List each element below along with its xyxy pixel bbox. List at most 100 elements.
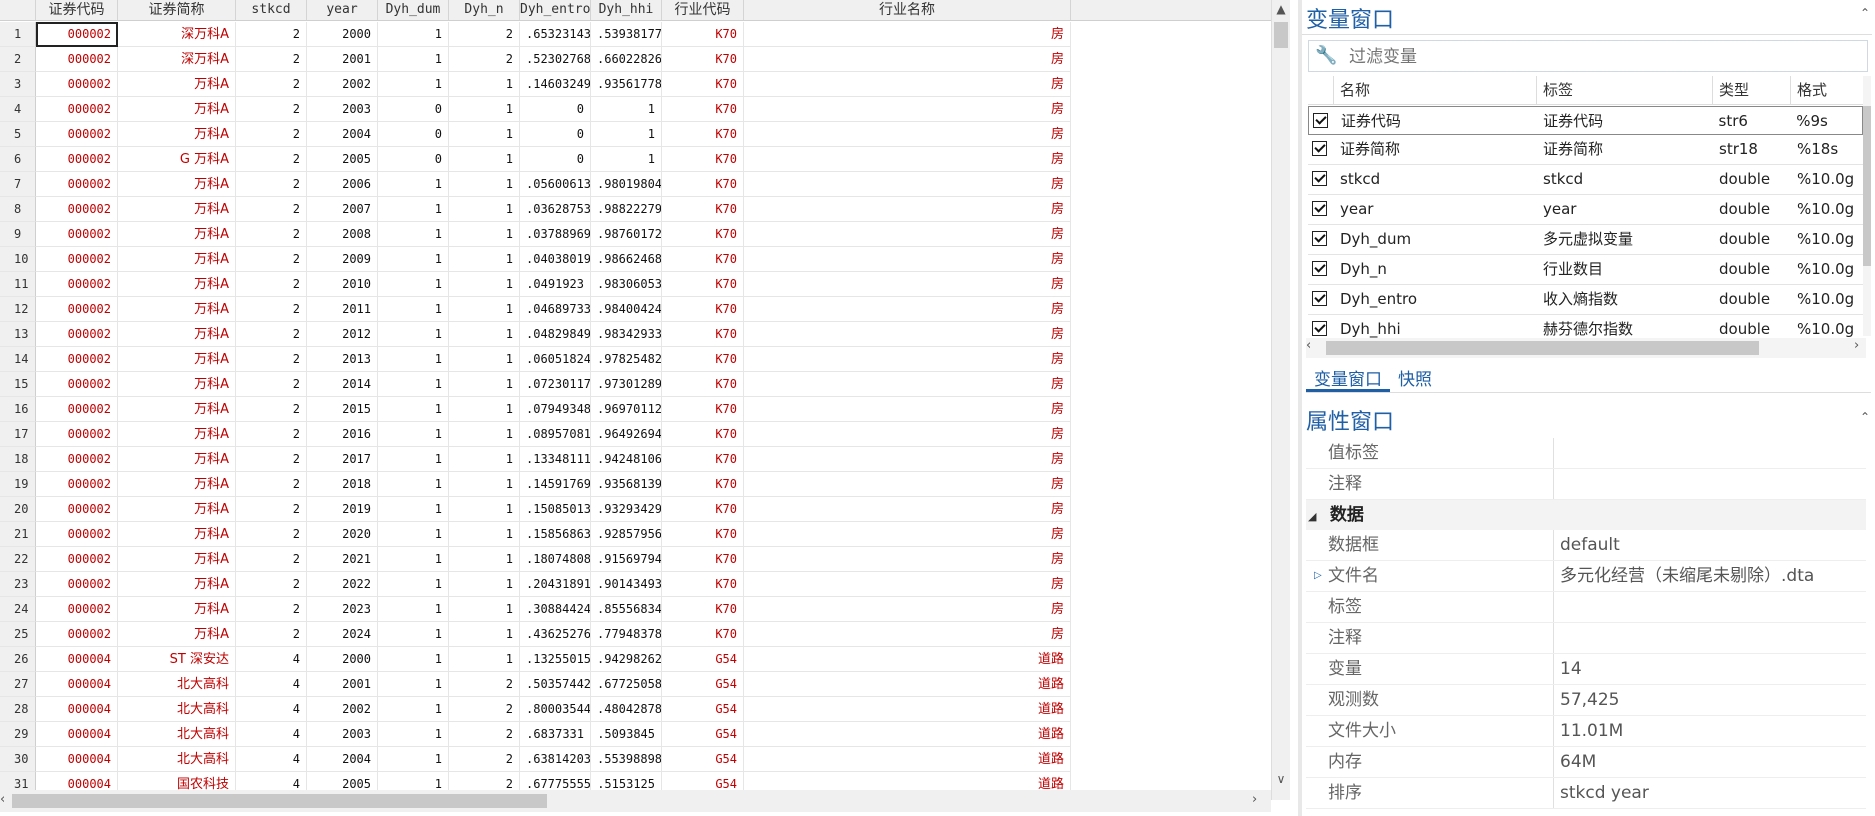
row-number[interactable]: 17 [0,422,36,447]
column-header[interactable]: Dyh_n [449,0,520,20]
table-cell[interactable]: .03628753 [520,197,591,222]
filter-variables-input[interactable] [1347,43,1861,71]
table-cell[interactable]: K70 [662,572,744,597]
checkbox-checked-icon[interactable] [1312,291,1327,306]
table-cell[interactable]: 1 [378,172,449,197]
tab-variables[interactable]: 变量窗口 [1306,362,1390,392]
table-cell[interactable]: K70 [662,347,744,372]
table-cell[interactable]: 1 [449,222,520,247]
scroll-right-arrow-icon[interactable]: › [1854,338,1859,353]
table-cell[interactable]: 2 [449,697,520,722]
row-number[interactable]: 28 [0,697,36,722]
table-cell[interactable]: 1 [449,597,520,622]
table-cell[interactable]: 1 [449,497,520,522]
table-cell[interactable]: .48042878 [591,697,662,722]
table-cell[interactable]: 000002 [36,72,118,97]
table-cell[interactable]: 1 [378,572,449,597]
table-cell[interactable]: 房 [744,147,1071,172]
pin-icon[interactable]: ⌃ [1860,410,1870,424]
table-cell[interactable]: 房 [744,72,1071,97]
table-cell[interactable]: K70 [662,297,744,322]
column-header[interactable]: year [307,0,378,20]
table-cell[interactable]: K70 [662,247,744,272]
row-number[interactable]: 12 [0,297,36,322]
row-number[interactable]: 22 [0,547,36,572]
table-cell[interactable]: .50357442 [520,672,591,697]
table-cell[interactable]: 000002 [36,322,118,347]
property-row[interactable]: 数据框 default [1306,530,1866,561]
table-cell[interactable]: 道路 [744,722,1071,747]
table-cell[interactable]: 万科A [118,222,236,247]
table-cell[interactable]: .52302768 [520,47,591,72]
table-cell[interactable]: .14591769 [520,472,591,497]
table-cell[interactable]: 4 [236,747,307,772]
table-cell[interactable]: 房 [744,372,1071,397]
table-cell[interactable]: 1 [449,547,520,572]
table-cell[interactable]: 2 [236,422,307,447]
table-cell[interactable]: .06051824 [520,347,591,372]
property-row[interactable]: 变量 14 [1306,654,1866,685]
table-cell[interactable]: 1 [449,397,520,422]
table-cell[interactable]: .98306053 [591,272,662,297]
table-cell[interactable]: 1 [591,122,662,147]
table-cell[interactable]: 2012 [307,322,378,347]
table-cell[interactable]: K70 [662,172,744,197]
table-cell[interactable]: K70 [662,472,744,497]
table-cell[interactable]: 万科A [118,522,236,547]
variable-row[interactable]: 证券代码 证券代码 str6 %9s [1308,106,1863,135]
table-cell[interactable]: 2 [236,197,307,222]
row-number[interactable]: 21 [0,522,36,547]
table-cell[interactable]: 万科A [118,172,236,197]
table-cell[interactable]: 1 [378,622,449,647]
table-cell[interactable]: .43625276 [520,622,591,647]
table-cell[interactable]: 4 [236,697,307,722]
section-data[interactable]: ◢ 数据 [1306,500,1866,530]
table-cell[interactable]: 2 [236,172,307,197]
table-cell[interactable]: .98400424 [591,297,662,322]
table-cell[interactable]: 0 [520,147,591,172]
table-cell[interactable]: 000002 [36,447,118,472]
row-number[interactable]: 15 [0,372,36,397]
table-cell[interactable]: 1 [378,647,449,672]
table-cell[interactable]: 000002 [36,372,118,397]
table-cell[interactable]: .92857956 [591,522,662,547]
table-cell[interactable]: 房 [744,497,1071,522]
grid-vertical-scroll-thumb[interactable] [1274,22,1288,48]
property-row[interactable]: 文件大小 11.01M [1306,716,1866,747]
table-cell[interactable]: 1 [378,547,449,572]
table-cell[interactable]: 2 [236,72,307,97]
collapse-triangle-icon[interactable]: ◢ [1308,502,1324,532]
variable-row[interactable]: stkcd stkcd double %10.0g [1308,165,1863,195]
variable-checkbox[interactable] [1308,165,1334,193]
table-cell[interactable]: 1 [378,222,449,247]
checkbox-checked-icon[interactable] [1312,261,1327,276]
table-cell[interactable]: 深万科A [118,47,236,72]
table-cell[interactable]: 1 [449,572,520,597]
table-cell[interactable]: 2 [236,122,307,147]
table-cell[interactable]: .94248106 [591,447,662,472]
table-cell[interactable]: K70 [662,622,744,647]
table-cell[interactable]: 1 [378,672,449,697]
scroll-left-arrow-icon[interactable]: ‹ [1306,338,1311,353]
table-cell[interactable]: 2 [449,672,520,697]
table-cell[interactable]: 2 [236,347,307,372]
grid-vertical-scrollbar[interactable]: ▲ ∨ [1271,0,1290,800]
variable-checkbox[interactable] [1309,107,1335,135]
table-cell[interactable]: .04829849 [520,322,591,347]
table-cell[interactable]: 2 [236,247,307,272]
table-cell[interactable]: 万科A [118,97,236,122]
row-number[interactable]: 9 [0,222,36,247]
table-cell[interactable]: 2014 [307,372,378,397]
table-cell[interactable]: 房 [744,547,1071,572]
expand-arrow-icon[interactable]: ▷ [1314,561,1322,591]
property-row[interactable]: ▷ 文件名 多元化经营（未缩尾未剔除）.dta [1306,561,1866,592]
table-cell[interactable]: 2006 [307,172,378,197]
variables-vertical-scrollbar[interactable] [1863,76,1871,336]
row-number[interactable]: 5 [0,122,36,147]
table-cell[interactable]: 万科A [118,597,236,622]
variable-checkbox[interactable] [1308,225,1334,253]
variable-row[interactable]: Dyh_dum 多元虚拟变量 double %10.0g [1308,225,1863,255]
table-cell[interactable]: 000002 [36,572,118,597]
table-cell[interactable]: 2 [236,322,307,347]
table-cell[interactable]: 000002 [36,247,118,272]
